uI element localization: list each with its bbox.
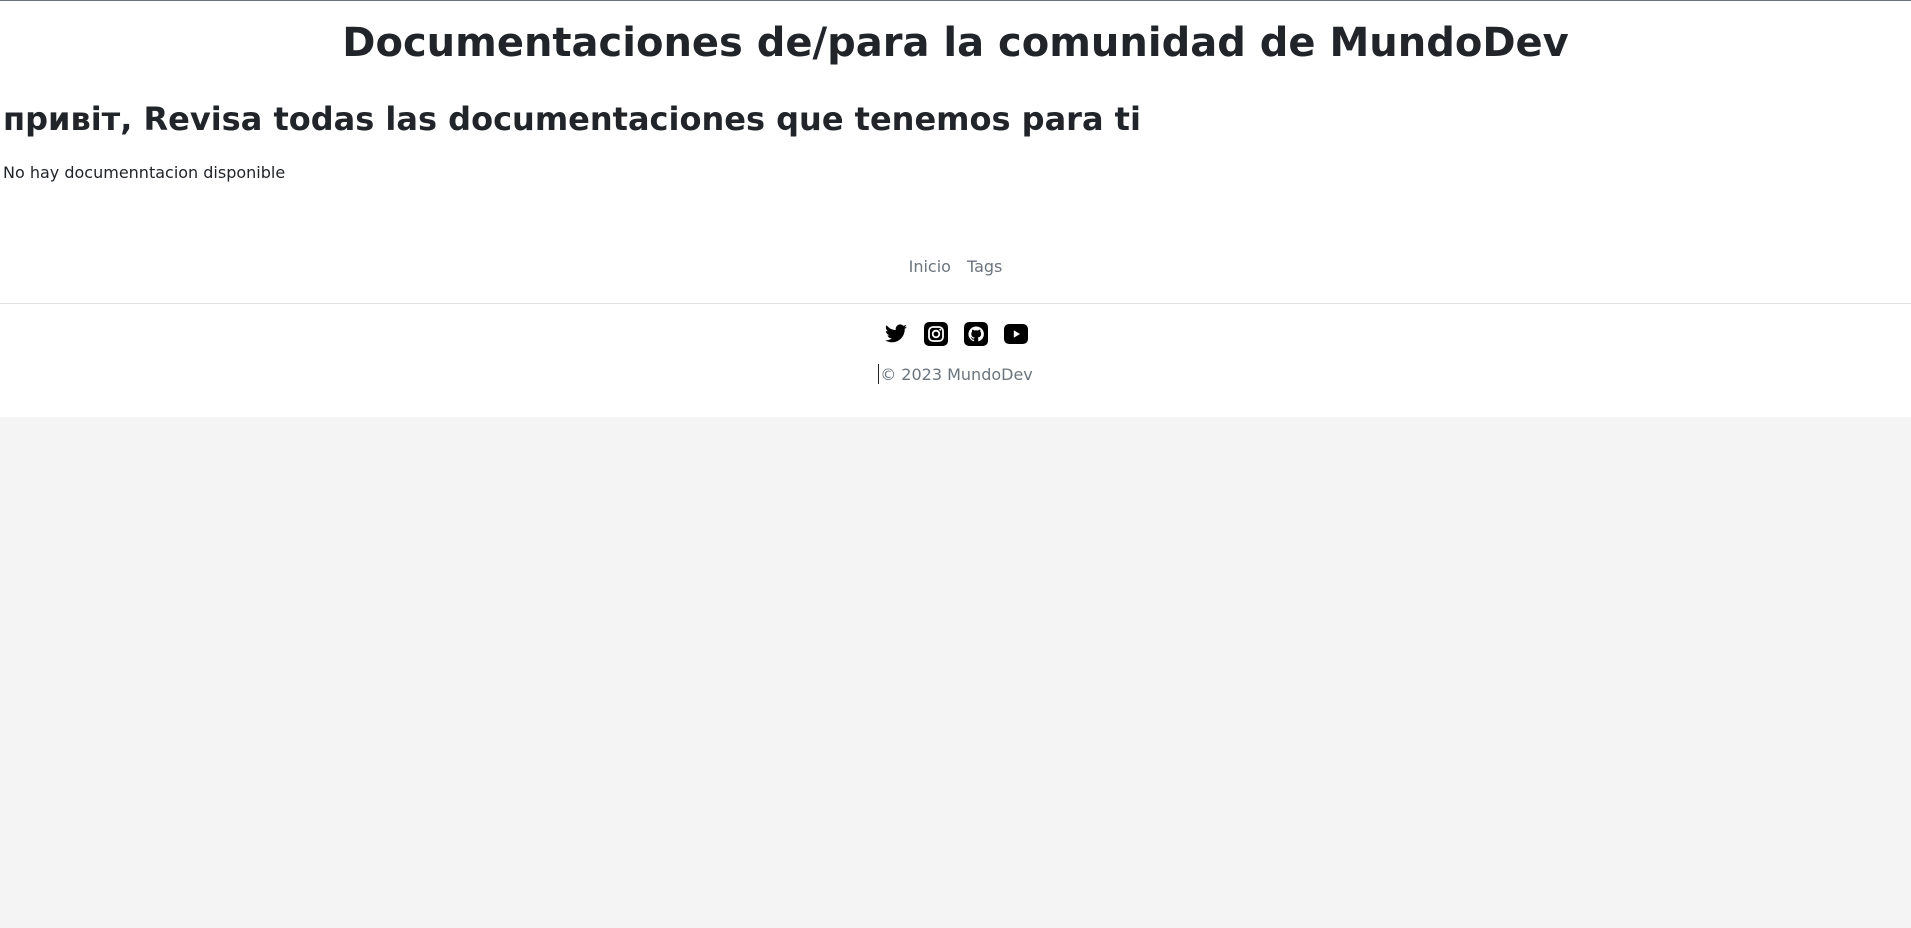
copyright: © 2023 MundoDev: [0, 363, 1911, 387]
page: Documentaciones de/para la comunidad de …: [0, 0, 1911, 417]
twitter-icon: [884, 324, 907, 343]
social-links: [0, 322, 1911, 346]
youtube-link[interactable]: [1003, 322, 1028, 346]
twitter-link[interactable]: [884, 322, 908, 346]
github-icon: [963, 322, 988, 346]
greeting-heading: привіт, Revisa todas las documentaciones…: [3, 100, 1141, 138]
youtube-icon: [1003, 324, 1028, 344]
site-title: Documentaciones de/para la comunidad de …: [342, 20, 1569, 66]
footer-divider: [0, 303, 1911, 304]
instagram-link[interactable]: [923, 322, 948, 346]
empty-state-message: No hay documenntacion disponible: [3, 163, 286, 182]
github-link[interactable]: [963, 322, 988, 346]
instagram-icon: [923, 322, 948, 346]
tags-link[interactable]: Tags: [967, 257, 1002, 276]
footer-nav-item-inicio: Inicio: [909, 255, 951, 279]
copyright-text: © 2023 MundoDev: [880, 365, 1033, 384]
footer-nav-item-tags: Tags: [967, 255, 1002, 279]
footer-nav: Inicio Tags: [0, 255, 1911, 279]
inicio-link[interactable]: Inicio: [909, 257, 951, 276]
